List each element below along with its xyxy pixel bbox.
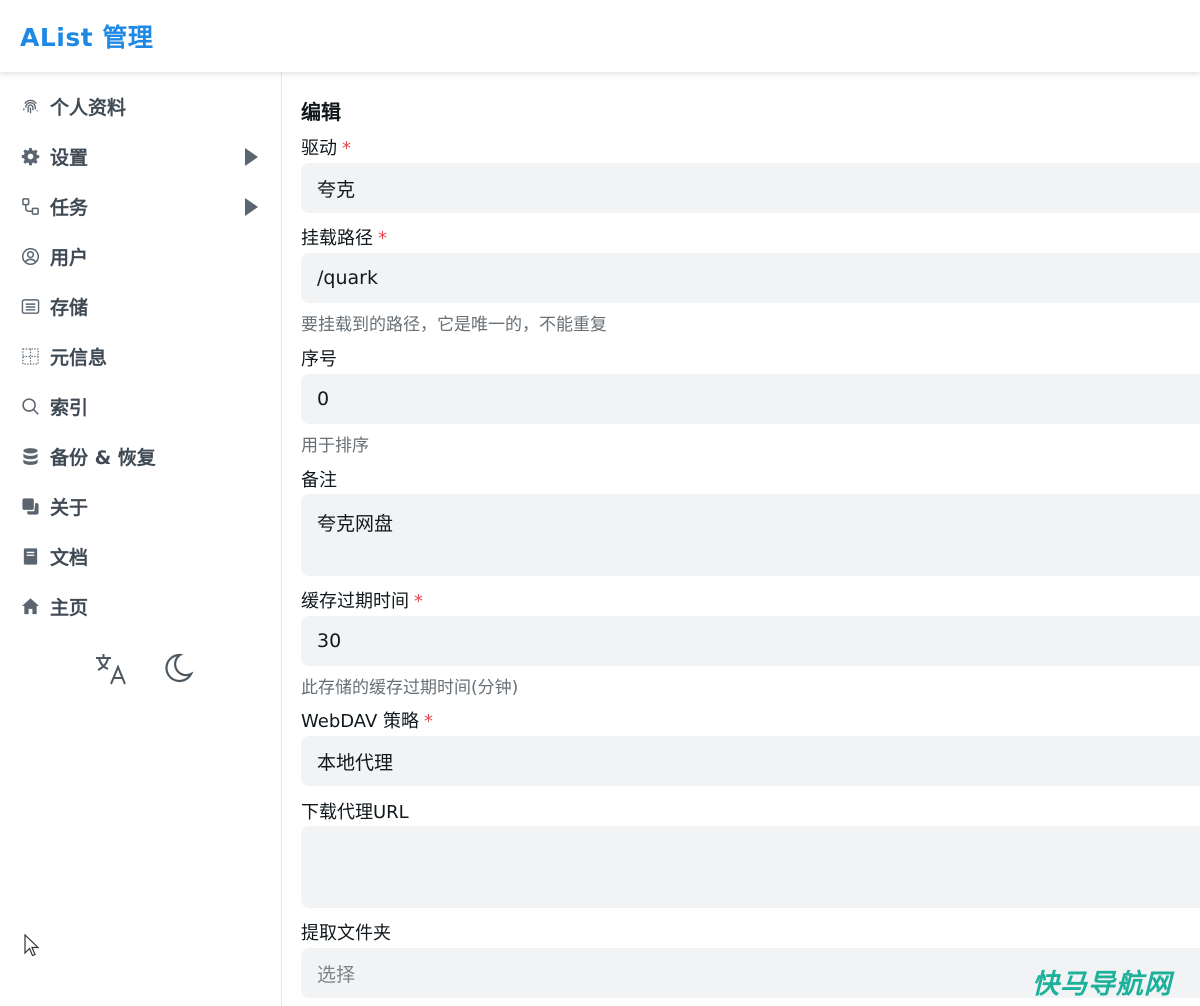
- fingerprint-icon: [20, 96, 40, 116]
- expand-arrow-icon[interactable]: [245, 148, 258, 166]
- cache-expiration-help: 此存储的缓存过期时间(分钟): [301, 678, 519, 698]
- book-icon: [20, 546, 40, 566]
- expand-arrow-icon[interactable]: [245, 198, 258, 216]
- gear-icon: [20, 146, 40, 166]
- sidebar-item-label: 关于: [50, 496, 89, 519]
- cache-expiration-value: 30: [317, 630, 342, 652]
- sidebar-item-about[interactable]: 关于: [0, 483, 282, 529]
- required-mark: *: [423, 711, 433, 732]
- sidebar-tools: [92, 650, 196, 688]
- mouse-cursor-icon: [24, 934, 40, 957]
- driver-label: 驱动 *: [301, 134, 351, 160]
- sidebar-item-storage[interactable]: 存储: [0, 283, 282, 329]
- sidebar-item-label: 用户: [50, 246, 89, 269]
- form-title: 编辑: [301, 100, 341, 124]
- cache-expiration-input[interactable]: 30: [301, 616, 1200, 666]
- remark-textarea[interactable]: 夸克网盘: [301, 494, 1200, 576]
- sidebar-item-backup-restore[interactable]: 备份 & 恢复: [0, 433, 282, 479]
- sidebar-item-label: 任务: [50, 196, 89, 219]
- top-header: AList 管理: [0, 0, 1200, 72]
- app-title[interactable]: AList 管理: [20, 18, 153, 54]
- home-icon: [20, 596, 40, 616]
- remark-value: 夸克网盘: [317, 513, 394, 535]
- sidebar-item-label: 文档: [50, 546, 89, 569]
- driver-label-text: 驱动: [301, 138, 337, 159]
- order-help: 用于排序: [301, 436, 369, 456]
- webdav-policy-label-text: WebDAV 策略: [301, 711, 419, 732]
- required-mark: *: [378, 228, 387, 249]
- webdav-policy-select[interactable]: 本地代理: [301, 736, 1200, 786]
- meta-grid-icon: [20, 346, 40, 366]
- driver-select[interactable]: 夸克: [301, 163, 1200, 213]
- sidebar-item-label: 元信息: [50, 346, 108, 369]
- sidebar-item-label: 存储: [50, 296, 89, 319]
- sidebar-item-label: 设置: [50, 146, 89, 169]
- sidebar-item-profile[interactable]: 个人资料: [0, 83, 282, 129]
- sidebar-item-tasks[interactable]: 任务: [0, 183, 282, 229]
- storage-list-icon: [20, 296, 40, 316]
- required-mark: *: [342, 138, 351, 159]
- down-proxy-url-label: 下载代理URL: [301, 802, 409, 823]
- sidebar-item-meta[interactable]: 元信息: [0, 333, 282, 379]
- sidebar-item-settings[interactable]: 设置: [0, 133, 282, 179]
- sidebar-item-home[interactable]: 主页: [0, 583, 282, 629]
- order-input[interactable]: 0: [301, 374, 1200, 424]
- mount-path-input[interactable]: /quark: [301, 253, 1200, 303]
- sidebar-item-docs[interactable]: 文档: [0, 533, 282, 579]
- search-icon: [20, 396, 40, 416]
- sidebar-item-label: 主页: [50, 596, 89, 619]
- down-proxy-url-textarea[interactable]: [301, 826, 1200, 908]
- sidebar-item-label: 备份 & 恢复: [50, 446, 156, 469]
- cache-expiration-label-text: 缓存过期时间: [301, 591, 409, 612]
- cache-expiration-label: 缓存过期时间 *: [301, 587, 423, 613]
- translate-icon[interactable]: [92, 650, 130, 688]
- required-mark: *: [414, 591, 423, 612]
- mount-path-label-text: 挂载路径: [301, 228, 373, 249]
- sidebar-item-label: 个人资料: [50, 96, 127, 119]
- remark-label: 备注: [301, 470, 337, 491]
- mount-path-help: 要挂载到的路径，它是唯一的，不能重复: [301, 315, 607, 335]
- mount-path-label: 挂载路径 *: [301, 224, 387, 250]
- mount-path-value: /quark: [317, 267, 378, 289]
- webdav-policy-label: WebDAV 策略 *: [301, 707, 433, 733]
- database-icon: [20, 446, 40, 466]
- watermark-text: 快马导航网: [1032, 969, 1172, 1000]
- sidebar-item-label: 索引: [50, 396, 89, 419]
- webdav-policy-value: 本地代理: [317, 751, 394, 774]
- extract-folder-label: 提取文件夹: [301, 923, 391, 944]
- user-circle-icon: [20, 246, 40, 266]
- workflow-icon: [20, 196, 40, 216]
- copy-icon: [20, 496, 40, 516]
- moon-icon[interactable]: [158, 650, 196, 688]
- order-value: 0: [317, 388, 330, 410]
- order-label: 序号: [301, 349, 337, 370]
- sidebar: 个人资料 设置 任务 用户 存储 元信息 索引 备份 & 恢复 关于 文档 主页: [0, 72, 282, 1006]
- sidebar-item-users[interactable]: 用户: [0, 233, 282, 279]
- driver-value: 夸克: [317, 178, 356, 201]
- sidebar-item-index[interactable]: 索引: [0, 383, 282, 429]
- extract-folder-placeholder: 选择: [317, 963, 356, 986]
